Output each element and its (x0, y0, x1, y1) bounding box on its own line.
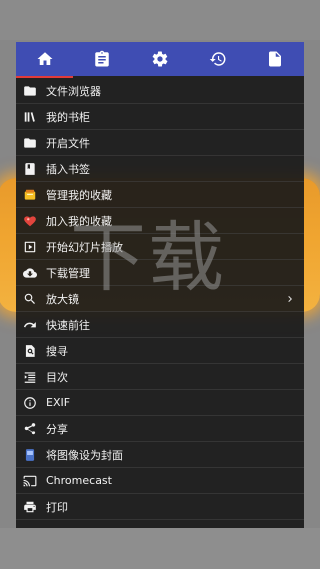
set-cover-icon (25, 448, 35, 461)
tab-home[interactable] (16, 42, 74, 76)
menu-item-add-favorite[interactable]: 加入我的收藏 (16, 208, 304, 234)
favorite-heart-icon (24, 215, 36, 226)
menu-item-search[interactable]: 搜寻 (16, 338, 304, 364)
favorites-manage-icon (24, 189, 36, 200)
chevron-right-icon (288, 296, 292, 302)
menu-item-manage-favorites[interactable]: 管理我的收藏 (16, 182, 304, 208)
menu-item-slideshow[interactable]: 开始幻灯片播放 (16, 234, 304, 260)
menu-item-download-manager[interactable]: 下载管理 (16, 260, 304, 286)
menu-item-file-browser[interactable]: 文件浏览器 (16, 78, 304, 104)
background-bottom (0, 528, 320, 569)
print-icon (24, 501, 36, 512)
menu-item-contents[interactable]: 目次 (16, 364, 304, 390)
menu-item-label: 分享 (46, 422, 68, 436)
tab-bar (16, 42, 304, 78)
menu-list: 文件浏览器 我的书柜 开启文件 插入书签 管理我的收藏 加入我的收藏 开始幻灯片… (16, 78, 304, 520)
menu-item-label: 开始幻灯片播放 (46, 240, 123, 254)
menu-item-label: 我的书柜 (46, 110, 90, 124)
menu-item-print[interactable]: 打印 (16, 494, 304, 520)
clipboard-icon (95, 50, 110, 67)
menu-item-label: 快速前往 (46, 318, 90, 332)
menu-item-label: EXIF (46, 396, 71, 409)
bookmark-add-icon (25, 162, 35, 175)
menu-item-chromecast[interactable]: Chromecast (16, 468, 304, 494)
share-icon (24, 422, 36, 434)
tab-settings[interactable] (131, 42, 189, 76)
gear-icon (152, 51, 168, 67)
menu-item-insert-bookmark[interactable]: 插入书签 (16, 156, 304, 182)
redo-arrow-icon (23, 321, 36, 327)
menu-panel: 文件浏览器 我的书柜 开启文件 插入书签 管理我的收藏 加入我的收藏 开始幻灯片… (16, 42, 304, 528)
info-icon (24, 396, 36, 409)
background-top (0, 0, 320, 40)
menu-item-magnifier[interactable]: 放大镜 (16, 286, 304, 312)
document-icon (269, 51, 282, 67)
menu-item-open-file[interactable]: 开启文件 (16, 130, 304, 156)
menu-item-label: 将图像设为封面 (46, 448, 123, 462)
menu-item-label: 打印 (46, 500, 68, 514)
menu-item-exif[interactable]: EXIF (16, 390, 304, 416)
menu-item-quick-goto[interactable]: 快速前往 (16, 312, 304, 338)
tab-history[interactable] (189, 42, 247, 76)
magnifier-icon (24, 293, 35, 304)
menu-item-label: 目次 (46, 370, 68, 384)
folder-icon (24, 85, 36, 96)
menu-item-label: 搜寻 (46, 344, 68, 358)
menu-item-bookshelf[interactable]: 我的书柜 (16, 104, 304, 130)
bookshelf-icon (24, 111, 35, 122)
menu-item-label: 文件浏览器 (46, 84, 101, 98)
cast-icon (23, 475, 37, 486)
menu-item-set-cover[interactable]: 将图像设为封面 (16, 442, 304, 468)
cloud-download-icon (23, 267, 37, 278)
menu-item-label: 加入我的收藏 (46, 214, 112, 228)
tab-document[interactable] (246, 42, 304, 76)
search-doc-icon (25, 344, 35, 357)
folder-open-icon (24, 137, 36, 148)
history-icon (209, 52, 226, 66)
menu-item-label: 下载管理 (46, 266, 90, 280)
table-of-contents-icon (24, 371, 36, 383)
home-icon (37, 52, 53, 65)
tab-clipboard[interactable] (74, 42, 132, 76)
menu-item-label: 管理我的收藏 (46, 188, 112, 202)
menu-item-label: 插入书签 (46, 162, 90, 176)
menu-item-label: Chromecast (46, 474, 112, 487)
slideshow-play-icon (24, 241, 36, 252)
menu-item-label: 放大镜 (46, 292, 79, 306)
menu-item-label: 开启文件 (46, 136, 90, 150)
menu-item-share[interactable]: 分享 (16, 416, 304, 442)
